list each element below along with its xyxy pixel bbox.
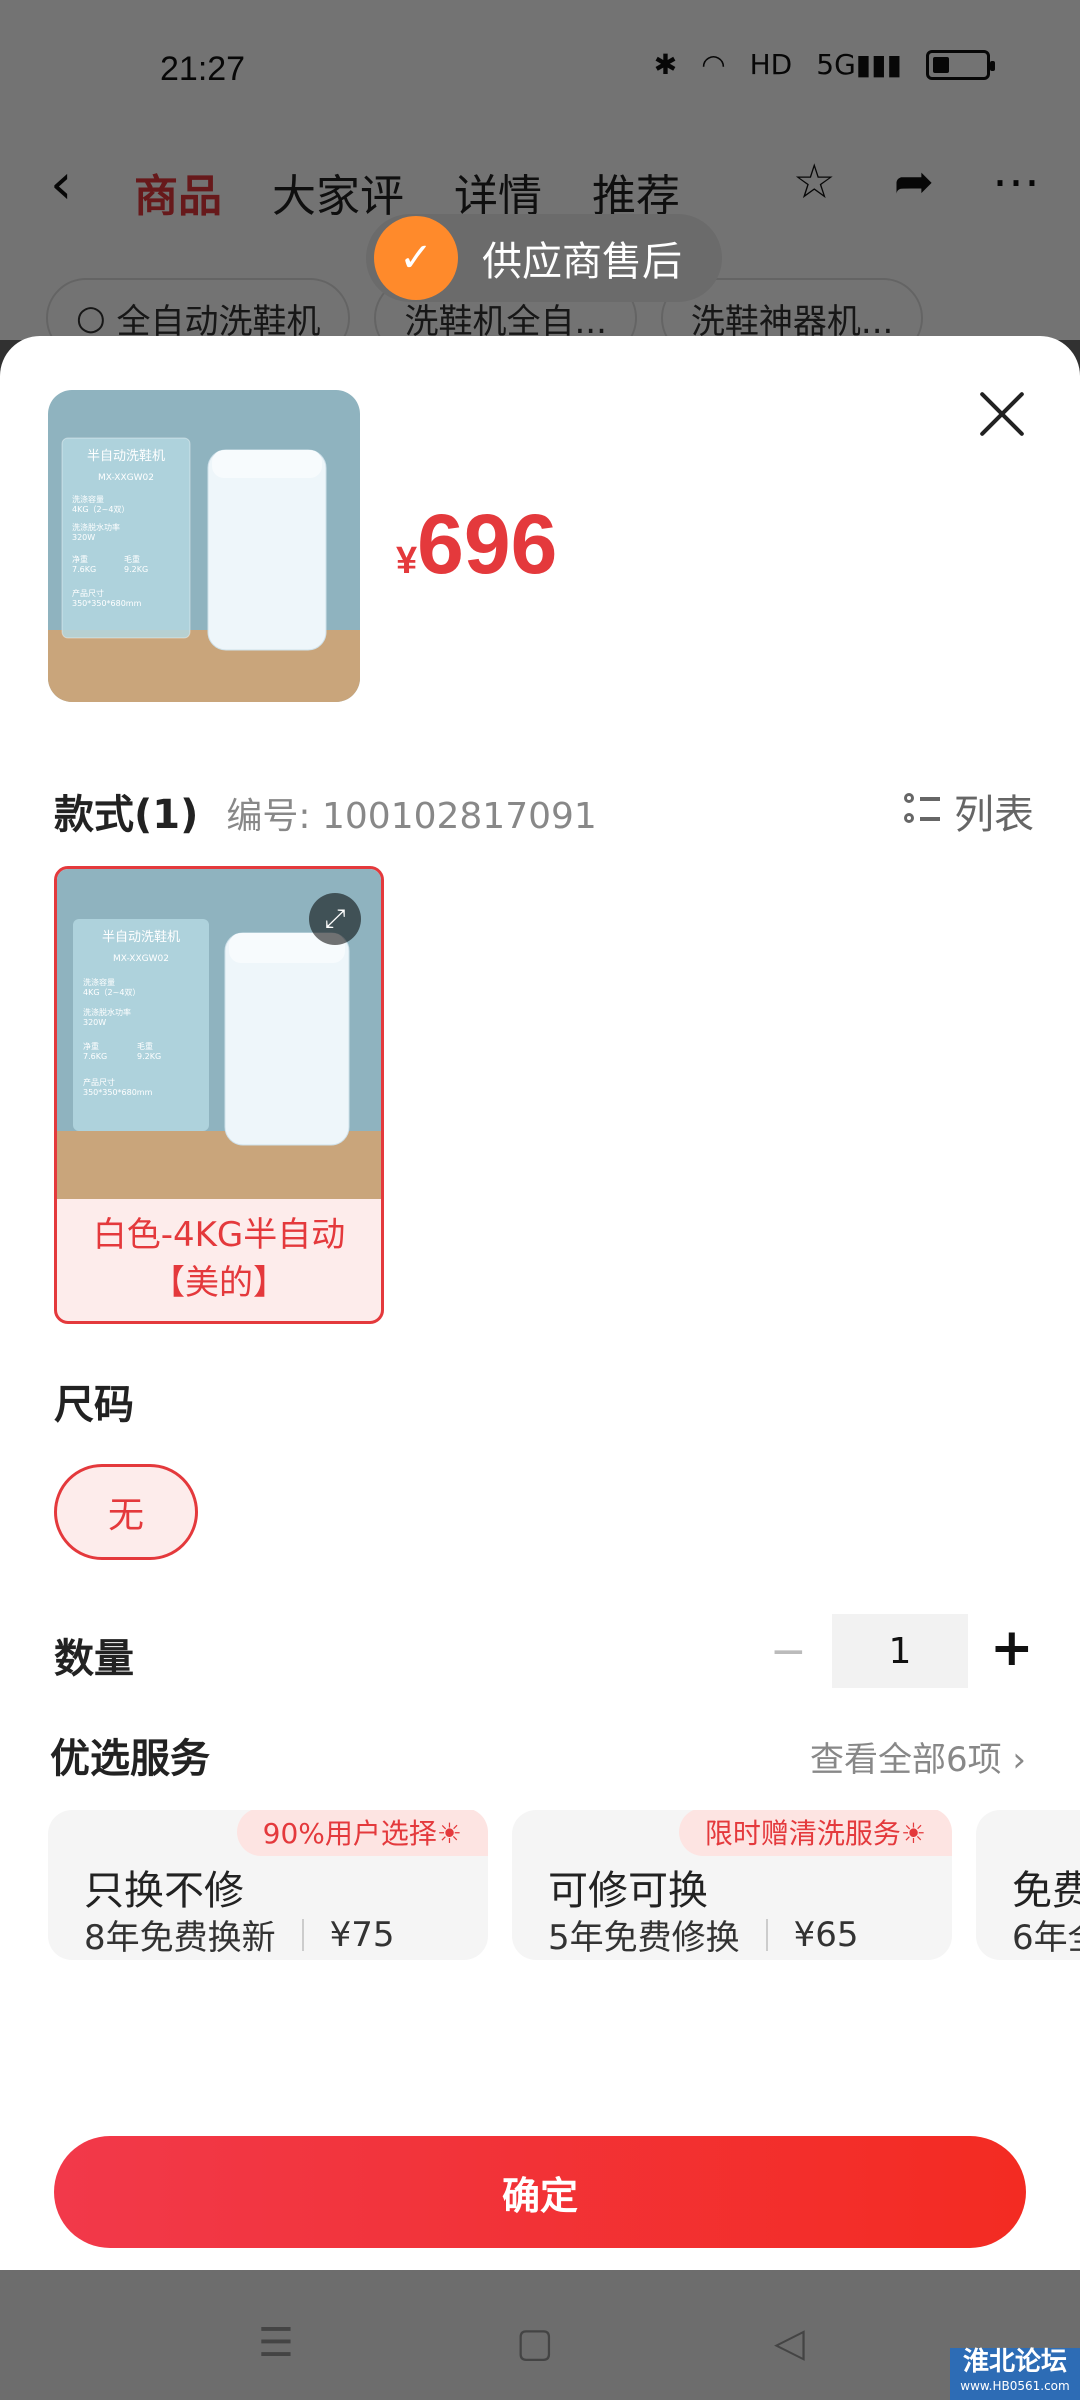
svg-text:9.2KG: 9.2KG: [124, 565, 148, 574]
star-icon[interactable]: ☆: [793, 154, 836, 210]
svg-text:毛重: 毛重: [124, 554, 140, 564]
svg-text:毛重: 毛重: [137, 1041, 153, 1051]
svg-text:洗涤脱水功率: 洗涤脱水功率: [83, 1007, 131, 1017]
svg-text:洗涤容量: 洗涤容量: [83, 977, 115, 987]
chevron-left-icon[interactable]: ‹: [50, 152, 72, 217]
nav-actions: ☆ ➦ ⋯: [793, 154, 1040, 210]
tab-product[interactable]: 商品: [134, 160, 222, 224]
service-desc: 5年免费修换 ¥65: [548, 1914, 859, 1959]
svg-text:4KG（2~4双）: 4KG（2~4双）: [83, 988, 140, 997]
system-nav-bar: ☰ ▢ ◁ 淮北论坛 www.HB0561.com: [0, 2270, 1080, 2400]
service-tag: 90%用户选择☀: [236, 1810, 488, 1856]
status-icons: ✱ ◠ HD 5G▮▮▮: [653, 48, 995, 81]
svg-text:净重: 净重: [83, 1041, 99, 1051]
style-title: 款式(1): [54, 792, 199, 838]
services-row: 90%用户选择☀ 只换不修 8年免费换新 ¥75 限时赠清洗服务☀ 可修可换 5年…: [48, 1810, 1080, 1962]
quantity-value[interactable]: 1: [832, 1614, 968, 1688]
status-time: 21:27: [160, 50, 246, 88]
service-desc: 8年免费换新 ¥75: [84, 1914, 395, 1959]
svg-text:产品尺寸: 产品尺寸: [72, 588, 104, 598]
watermark-logo: 淮北论坛 www.HB0561.com: [950, 2348, 1080, 2400]
bluetooth-icon: ✱: [653, 48, 678, 81]
service-card[interactable]: 限时赠清洗服务☀ 可修可换 5年免费修换 ¥65: [512, 1810, 952, 1960]
service-desc: 6年全: [1012, 1918, 1080, 1958]
svg-text:7.6KG: 7.6KG: [72, 565, 96, 574]
variant-image: 半自动洗鞋机 MX-XXGW02 洗涤容量 4KG（2~4双） 洗涤脱水功率 3…: [57, 869, 381, 1199]
style-section-header: 款式(1) 编号: 100102817091 列表: [54, 782, 1034, 840]
svg-text:4KG（2~4双）: 4KG（2~4双）: [72, 505, 129, 514]
expand-icon[interactable]: ⤢: [309, 893, 361, 945]
more-icon[interactable]: ⋯: [992, 154, 1040, 210]
after-sales-toast: ✓ 供应商售后: [366, 214, 722, 302]
battery-icon: [926, 49, 995, 80]
svg-text:320W: 320W: [83, 1018, 106, 1027]
sku-sheet: 半自动洗鞋机 MX-XXGW02 洗涤容量 4KG（2~4双） 洗涤脱水功率 3…: [0, 336, 1080, 2270]
svg-text:350*350*680mm: 350*350*680mm: [83, 1088, 153, 1097]
svg-text:MX-XXGW02: MX-XXGW02: [98, 473, 154, 483]
service-tag: 限时赠清洗服务☀: [678, 1810, 952, 1856]
size-option[interactable]: 无: [54, 1464, 198, 1560]
svg-text:产品尺寸: 产品尺寸: [83, 1077, 115, 1087]
signal-icon: 5G▮▮▮: [816, 48, 902, 81]
product-thumbnail[interactable]: 半自动洗鞋机 MX-XXGW02 洗涤容量 4KG（2~4双） 洗涤脱水功率 3…: [48, 390, 360, 702]
svg-text:洗涤容量: 洗涤容量: [72, 494, 104, 504]
service-card[interactable]: 90%用户选择☀ 只换不修 8年免费换新 ¥75: [48, 1810, 488, 1960]
list-toggle-button[interactable]: 列表: [904, 782, 1034, 840]
service-name: 只换不修: [84, 1868, 244, 1914]
svg-text:半自动洗鞋机: 半自动洗鞋机: [102, 929, 180, 945]
status-bar: 21:27 ✱ ◠ HD 5G▮▮▮: [0, 0, 1080, 140]
sku-code: 编号: 100102817091: [226, 796, 597, 837]
close-icon[interactable]: [974, 386, 1030, 442]
variant-label: 白色-4KG半自动 【美的】: [92, 1215, 346, 1303]
home-icon[interactable]: ▢: [516, 2320, 554, 2366]
size-title: 尺码: [54, 1382, 134, 1428]
service-card[interactable]: 免费 6年全: [976, 1810, 1080, 1960]
list-icon: [904, 793, 940, 829]
menu-icon[interactable]: ☰: [258, 2320, 294, 2366]
toast-text: 供应商售后: [482, 239, 682, 285]
share-icon[interactable]: ➦: [894, 154, 934, 210]
services-title: 优选服务: [50, 1736, 210, 1782]
svg-text:9.2KG: 9.2KG: [137, 1052, 161, 1061]
confirm-button[interactable]: 确定: [54, 2136, 1026, 2248]
svg-text:洗涤脱水功率: 洗涤脱水功率: [72, 522, 120, 532]
svg-text:净重: 净重: [72, 554, 88, 564]
quantity-decrement-button[interactable]: −: [770, 1626, 807, 1677]
hd-badge: HD: [749, 48, 793, 81]
services-view-all-link[interactable]: 查看全部6项 ›: [810, 1732, 1026, 1781]
back-triangle-icon[interactable]: ◁: [774, 2320, 805, 2366]
service-name: 可修可换: [548, 1868, 708, 1914]
svg-text:MX-XXGW02: MX-XXGW02: [113, 954, 169, 964]
svg-text:7.6KG: 7.6KG: [83, 1052, 107, 1061]
search-icon: ○: [76, 298, 117, 338]
tab-reviews[interactable]: 大家评: [272, 160, 404, 224]
svg-text:半自动洗鞋机: 半自动洗鞋机: [87, 448, 165, 464]
wifi-icon: ◠: [701, 48, 726, 81]
svg-text:350*350*680mm: 350*350*680mm: [72, 599, 142, 608]
quantity-title: 数量: [54, 1636, 134, 1682]
price: ¥696: [396, 497, 558, 591]
service-name: 免费: [1012, 1868, 1080, 1914]
svg-text:320W: 320W: [72, 533, 95, 542]
shield-check-icon: ✓: [374, 216, 458, 300]
variant-option[interactable]: 半自动洗鞋机 MX-XXGW02 洗涤容量 4KG（2~4双） 洗涤脱水功率 3…: [54, 866, 384, 1324]
quantity-increment-button[interactable]: +: [990, 1618, 1034, 1678]
